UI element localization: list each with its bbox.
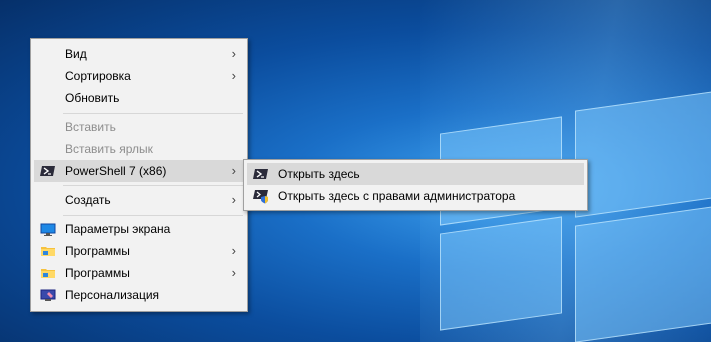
windows-logo-pane-top-right	[575, 89, 711, 218]
menu-item-create[interactable]: Создать ›	[34, 189, 244, 211]
folder-icon	[40, 265, 56, 281]
menu-item-view[interactable]: Вид ›	[34, 43, 244, 65]
submenu-item-label: Открыть здесь с правами администратора	[278, 189, 516, 203]
menu-item-paste[interactable]: Вставить	[34, 116, 244, 138]
submenu-item-open-here[interactable]: Открыть здесь	[247, 163, 584, 185]
chevron-right-icon: ›	[231, 192, 236, 207]
submenu-item-label: Открыть здесь	[278, 167, 360, 181]
display-settings-icon	[40, 221, 56, 237]
submenu-item-open-here-admin[interactable]: Открыть здесь с правами администратора	[247, 185, 584, 207]
chevron-right-icon: ›	[231, 68, 236, 83]
menu-item-label: Персонализация	[65, 288, 160, 302]
menu-item-powershell[interactable]: PowerShell 7 (x86) ›	[34, 160, 244, 182]
windows-logo-pane-bottom-left	[440, 216, 562, 331]
menu-separator	[63, 185, 243, 186]
menu-item-label: PowerShell 7 (x86)	[65, 164, 167, 178]
powershell-icon	[253, 166, 269, 182]
personalization-icon	[40, 287, 56, 303]
menu-item-label: Вставить	[65, 120, 116, 134]
menu-item-sort[interactable]: Сортировка ›	[34, 65, 244, 87]
menu-item-programs-1[interactable]: Программы ›	[34, 240, 244, 262]
menu-item-label: Программы	[65, 266, 130, 280]
menu-item-personalization[interactable]: Персонализация	[34, 284, 244, 306]
powershell-admin-icon	[253, 188, 269, 204]
windows-logo-pane-bottom-right	[575, 204, 711, 342]
menu-item-label: Обновить	[65, 91, 120, 105]
menu-separator	[63, 113, 243, 114]
desktop-context-menu: Вид › Сортировка › Обновить Вставить Вст…	[30, 38, 248, 312]
menu-item-paste-shortcut[interactable]: Вставить ярлык	[34, 138, 244, 160]
menu-item-label: Вставить ярлык	[65, 142, 153, 156]
chevron-right-icon: ›	[231, 265, 236, 280]
menu-item-display-settings[interactable]: Параметры экрана	[34, 218, 244, 240]
menu-item-label: Программы	[65, 244, 130, 258]
chevron-right-icon: ›	[231, 243, 236, 258]
menu-item-label: Сортировка	[65, 69, 131, 83]
menu-item-label: Вид	[65, 47, 87, 61]
folder-icon	[40, 243, 56, 259]
menu-item-programs-2[interactable]: Программы ›	[34, 262, 244, 284]
menu-item-label: Создать	[65, 193, 111, 207]
chevron-right-icon: ›	[231, 46, 236, 61]
chevron-right-icon: ›	[231, 163, 236, 178]
powershell-icon	[40, 163, 56, 179]
menu-item-refresh[interactable]: Обновить	[34, 87, 244, 109]
menu-separator	[63, 215, 243, 216]
menu-item-label: Параметры экрана	[65, 222, 171, 236]
powershell-submenu: Открыть здесь Открыть здесь с правами ад…	[243, 159, 588, 211]
